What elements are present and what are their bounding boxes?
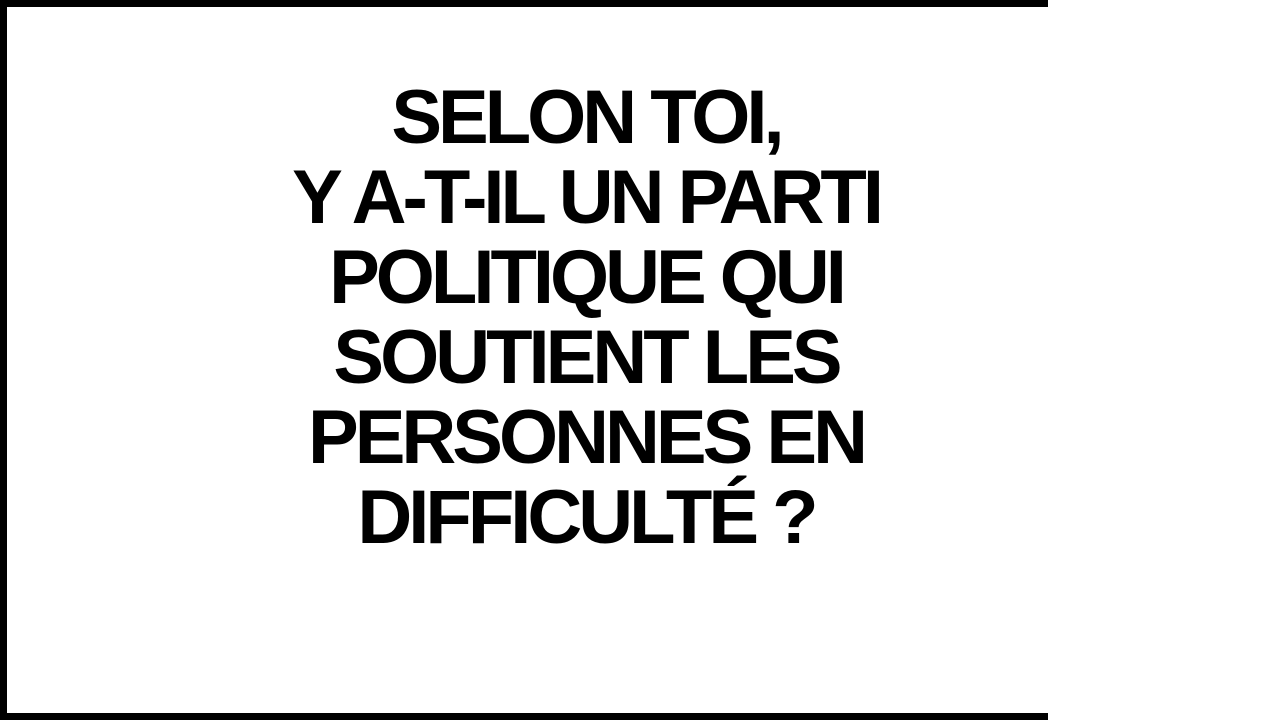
question-line: PERSONNES EN: [308, 395, 868, 480]
question-line: SELON TOI,: [391, 75, 784, 160]
question-line: SOUTIENT LES: [333, 315, 842, 400]
question-text: SELON TOI, Y A-T-IL UN PARTI POLITIQUE Q…: [0, 78, 1172, 558]
question-line: POLITIQUE QUI: [329, 235, 847, 320]
question-line: Y A-T-IL UN PARTI: [292, 155, 884, 240]
question-line: DIFFICULTÉ ?: [357, 475, 818, 560]
slide: SELON TOI, Y A-T-IL UN PARTI POLITIQUE Q…: [0, 0, 1280, 720]
